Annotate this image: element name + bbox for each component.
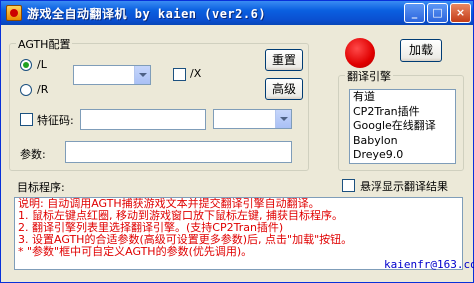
radio-l-label: /L — [37, 58, 47, 71]
instruction-line: * "参数"框中可自定义AGTH的参数(优先调用)。 — [18, 245, 253, 258]
agth-l-combo[interactable] — [73, 65, 151, 85]
load-button[interactable]: 加载 — [400, 39, 442, 62]
chevron-down-icon[interactable] — [134, 66, 150, 84]
checkbox-code-label: 特征码: — [37, 114, 74, 127]
params-label: 参数: — [20, 148, 46, 161]
radio-r[interactable] — [20, 84, 32, 96]
list-item[interactable]: CP2Tran插件 — [350, 105, 455, 120]
main-window: 游戏全自动翻译机 by kaien (ver2.6) _ □ × AGTH配置 … — [0, 0, 474, 283]
advanced-button[interactable]: 高级 — [265, 78, 303, 100]
list-item[interactable]: Babylon — [350, 134, 455, 149]
code-input[interactable] — [80, 109, 206, 130]
engine-list[interactable]: 有道 CP2Tran插件 Google在线翻译 Babylon Dreye9.0 — [349, 89, 456, 164]
checkbox-code[interactable] — [20, 113, 33, 126]
list-item[interactable]: Dreye9.0 — [350, 148, 455, 163]
checkbox-x[interactable] — [173, 68, 186, 81]
maximize-button[interactable]: □ — [427, 3, 448, 23]
title-bar[interactable]: 游戏全自动翻译机 by kaien (ver2.6) _ □ × — [1, 1, 473, 25]
minimize-button[interactable]: _ — [404, 3, 425, 23]
target-program-label: 目标程序: — [17, 181, 65, 194]
params-input[interactable] — [65, 141, 292, 163]
window-title: 游戏全自动翻译机 by kaien (ver2.6) — [27, 7, 267, 21]
reset-button[interactable]: 重置 — [265, 49, 303, 71]
code-combo[interactable] — [213, 109, 292, 129]
capture-target-icon[interactable] — [345, 38, 375, 68]
radio-r-label: /R — [37, 83, 49, 96]
float-display-label: 悬浮显示翻译结果 — [360, 180, 448, 193]
chevron-down-icon[interactable] — [275, 110, 291, 128]
app-icon — [6, 5, 22, 21]
author-email: kaienfr@163.com — [384, 258, 474, 271]
list-item[interactable]: Google在线翻译 — [350, 119, 455, 134]
float-display-checkbox[interactable] — [342, 179, 355, 192]
list-item[interactable]: 有道 — [350, 90, 455, 105]
agth-group-label: AGTH配置 — [16, 36, 73, 52]
checkbox-x-label: /X — [190, 67, 202, 80]
radio-l[interactable] — [20, 59, 32, 71]
close-button[interactable]: × — [450, 3, 471, 23]
engine-group-label: 翻译引擎 — [345, 68, 393, 84]
